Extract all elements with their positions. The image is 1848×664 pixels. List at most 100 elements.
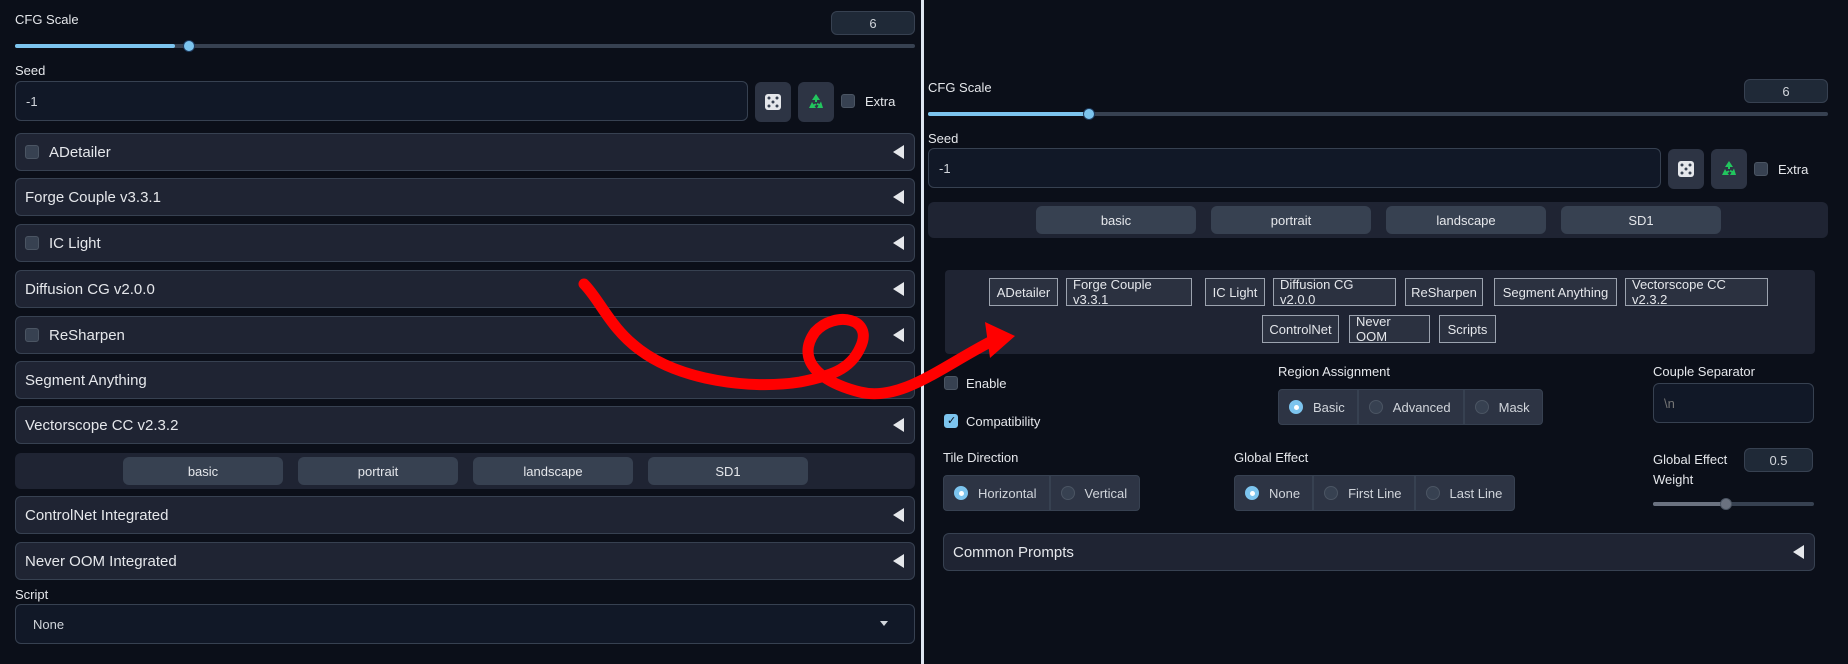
preset-portrait-button[interactable]: portrait xyxy=(298,457,458,485)
region-advanced-radio[interactable]: Advanced xyxy=(1357,389,1464,425)
collapse-triangle-icon xyxy=(893,145,904,159)
radio-label: Horizontal xyxy=(978,485,1037,501)
accordion-label: Forge Couple v3.3.1 xyxy=(25,188,161,206)
radio-label: Mask xyxy=(1498,399,1530,415)
radio-dot xyxy=(1425,486,1440,500)
weight-slider-thumb[interactable] xyxy=(1720,498,1732,510)
radio-label: First Line xyxy=(1348,485,1402,501)
cfg-scale-slider-thumb[interactable] xyxy=(183,40,195,52)
couple-separator-input[interactable] xyxy=(1653,383,1814,423)
radio-dot xyxy=(1474,400,1489,414)
collapse-triangle-icon xyxy=(893,190,904,204)
tab-scripts[interactable]: Scripts xyxy=(1439,315,1496,343)
global-effect-last-line-radio[interactable]: Last Line xyxy=(1414,475,1516,511)
tab-forge-couple[interactable]: Forge Couple v3.3.1 xyxy=(1066,277,1192,307)
extra-seed-checkbox[interactable] xyxy=(841,94,855,108)
collapse-triangle-icon xyxy=(893,236,904,250)
tab-diffusion-cg[interactable]: Diffusion CG v2.0.0 xyxy=(1273,277,1396,307)
recycle-icon xyxy=(809,94,823,108)
global-effect-weight-input[interactable]: 0.5 xyxy=(1744,448,1813,472)
accordion-forge-couple[interactable]: Forge Couple v3.3.1 xyxy=(15,178,915,216)
radio-label: Advanced xyxy=(1392,399,1451,415)
preset-basic-button[interactable]: basic xyxy=(1036,206,1196,234)
collapse-triangle-icon xyxy=(893,554,904,568)
cfg-scale-number-input[interactable]: 6 xyxy=(1744,79,1828,103)
seed-input[interactable]: -1 xyxy=(15,81,748,121)
recycle-icon xyxy=(1722,161,1736,175)
radio-dot xyxy=(954,486,968,500)
preset-sd1-button[interactable]: SD1 xyxy=(648,457,808,485)
cfg-scale-slider[interactable] xyxy=(15,40,915,52)
accordion-label: ControlNet Integrated xyxy=(25,506,169,524)
random-seed-button[interactable] xyxy=(1668,149,1704,189)
accordion-label: Vectorscope CC v2.3.2 xyxy=(25,416,179,434)
radio-label: Vertical xyxy=(1084,485,1128,501)
tile-direction-label: Tile Direction xyxy=(943,450,1019,465)
tab-resharpen[interactable]: ReSharpen xyxy=(1405,278,1483,306)
preset-sd1-button[interactable]: SD1 xyxy=(1561,206,1721,234)
region-mask-radio[interactable]: Mask xyxy=(1463,389,1543,425)
tab-controlnet[interactable]: ControlNet xyxy=(1262,315,1339,343)
collapse-triangle-icon xyxy=(893,418,904,432)
radio-dot xyxy=(1060,486,1075,500)
cfg-scale-slider-fill xyxy=(15,44,175,48)
accordion-label: ADetailer xyxy=(49,143,111,161)
accordion-adetailer[interactable]: ADetailer xyxy=(15,133,915,171)
accordion-label: Segment Anything xyxy=(25,371,147,389)
tab-segment-anything[interactable]: Segment Anything xyxy=(1494,278,1617,306)
reuse-seed-button[interactable] xyxy=(1711,149,1747,189)
preset-basic-button[interactable]: basic xyxy=(123,457,283,485)
seed-label: Seed xyxy=(928,131,959,146)
cfg-scale-slider-thumb[interactable] xyxy=(1083,108,1095,120)
resharpen-enable-checkbox[interactable] xyxy=(25,328,39,342)
dice-icon xyxy=(1678,161,1694,177)
annotation-arrow xyxy=(578,278,1015,400)
script-label: Script xyxy=(15,587,49,602)
region-assignment-label: Region Assignment xyxy=(1278,364,1391,379)
radio-label: None xyxy=(1269,485,1301,501)
global-effect-weight-label: Global Effect Weight xyxy=(1653,452,1728,487)
dice-icon xyxy=(765,94,781,110)
accordion-label: Diffusion CG v2.0.0 xyxy=(25,280,155,298)
tile-vertical-radio[interactable]: Vertical xyxy=(1049,475,1141,511)
preset-landscape-button[interactable]: landscape xyxy=(473,457,633,485)
radio-dot xyxy=(1324,486,1339,500)
tab-never-oom[interactable]: Never OOM xyxy=(1349,314,1430,344)
cfg-scale-slider[interactable] xyxy=(928,108,1828,120)
accordion-never-oom[interactable]: Never OOM Integrated xyxy=(15,542,915,580)
global-effect-none-radio[interactable]: None xyxy=(1234,475,1314,511)
collapse-triangle-icon xyxy=(1793,545,1804,559)
adetailer-enable-checkbox[interactable] xyxy=(25,145,39,159)
script-selected-value: None xyxy=(33,616,65,632)
accordion-ic-light[interactable]: IC Light xyxy=(15,224,915,262)
random-seed-button[interactable] xyxy=(755,82,791,122)
global-effect-radio-group: None First Line Last Line xyxy=(1234,475,1516,511)
radio-dot xyxy=(1368,400,1383,414)
region-basic-radio[interactable]: Basic xyxy=(1278,389,1358,425)
global-effect-weight-slider[interactable] xyxy=(1653,498,1814,510)
accordion-common-prompts[interactable]: Common Prompts xyxy=(943,533,1815,571)
cfg-scale-number-input[interactable]: 6 xyxy=(831,11,915,35)
accordion-label: IC Light xyxy=(49,234,101,252)
accordion-controlnet[interactable]: ControlNet Integrated xyxy=(15,496,915,534)
cfg-scale-label: CFG Scale xyxy=(15,12,79,27)
seed-input[interactable]: -1 xyxy=(928,148,1661,188)
preset-landscape-button[interactable]: landscape xyxy=(1386,206,1546,234)
tile-direction-radio-group: Horizontal Vertical xyxy=(943,475,1141,511)
radio-dot xyxy=(1245,486,1259,500)
accordion-label: Common Prompts xyxy=(953,543,1074,561)
extra-seed-checkbox[interactable] xyxy=(1754,162,1768,176)
reuse-seed-button[interactable] xyxy=(798,82,834,122)
cfg-scale-label: CFG Scale xyxy=(928,80,992,95)
tab-vectorscope[interactable]: Vectorscope CC v2.3.2 xyxy=(1625,277,1768,307)
couple-separator-label: Couple Separator xyxy=(1653,364,1755,379)
preset-portrait-button[interactable]: portrait xyxy=(1211,206,1371,234)
accordion-label: ReSharpen xyxy=(49,326,125,344)
ic-light-enable-checkbox[interactable] xyxy=(25,236,39,250)
seed-label: Seed xyxy=(15,63,46,78)
script-dropdown[interactable]: None xyxy=(15,604,915,644)
weight-slider-fill xyxy=(1653,502,1725,506)
tile-horizontal-radio[interactable]: Horizontal xyxy=(943,475,1050,511)
global-effect-first-line-radio[interactable]: First Line xyxy=(1313,475,1415,511)
tab-ic-light[interactable]: IC Light xyxy=(1205,278,1265,306)
